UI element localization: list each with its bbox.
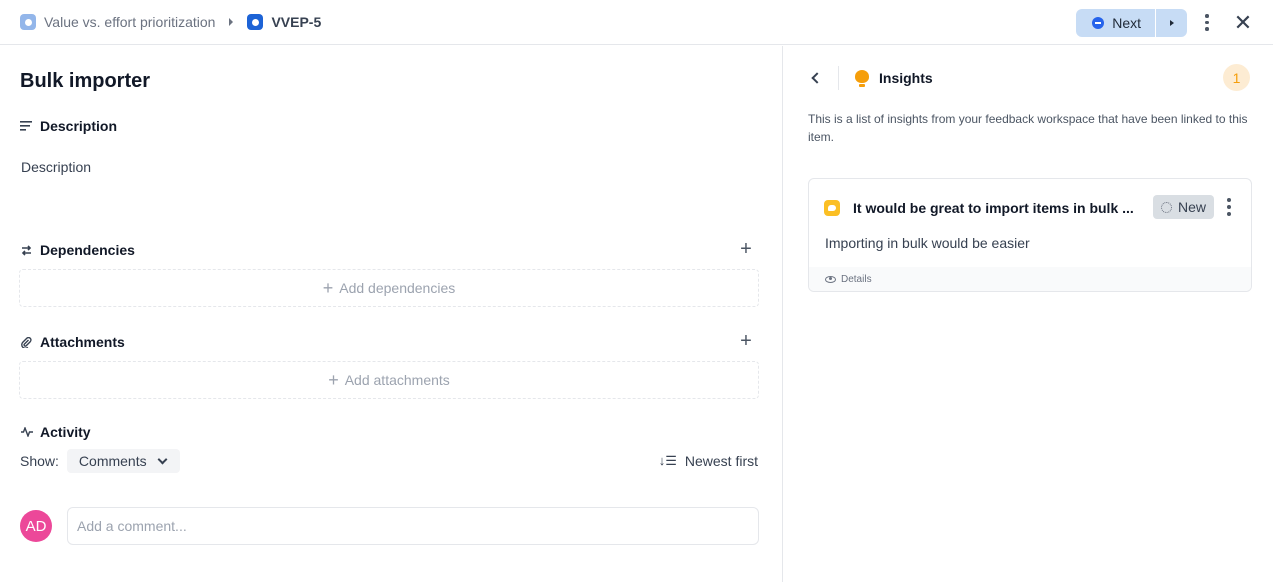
breadcrumb-parent-link[interactable]: Value vs. effort prioritization xyxy=(44,14,215,30)
sort-descending-icon: ↓☰ xyxy=(658,453,677,468)
breadcrumb-current[interactable]: VVEP-5 xyxy=(271,14,321,30)
status-new-icon xyxy=(1161,201,1172,213)
activity-heading: Activity xyxy=(20,424,91,440)
comment-input[interactable] xyxy=(67,507,759,545)
add-attachments-area[interactable]: + Add attachments xyxy=(19,361,759,399)
top-bar: Value vs. effort prioritization VVEP-5 N… xyxy=(0,0,1273,45)
paperclip-icon xyxy=(20,336,33,348)
insight-more-button[interactable] xyxy=(1221,195,1237,219)
close-button[interactable]: ✕ xyxy=(1229,9,1257,37)
item-title[interactable]: Bulk importer xyxy=(20,70,150,93)
item-detail-pane: Bulk importer Description Description De… xyxy=(0,46,782,582)
item-icon xyxy=(247,14,264,30)
caret-right-icon xyxy=(229,18,234,26)
insight-details-link[interactable]: Details xyxy=(809,267,1251,291)
attachments-heading: Attachments xyxy=(20,334,125,350)
add-dependency-button[interactable]: + xyxy=(737,239,755,259)
insights-description: This is a list of insights from your fee… xyxy=(808,112,1248,144)
insights-count-badge: 1 xyxy=(1223,64,1250,91)
plus-icon: + xyxy=(322,277,334,298)
dependencies-heading: Dependencies xyxy=(20,242,135,258)
sort-order-button[interactable]: ↓☰ Newest first xyxy=(659,453,758,469)
avatar: AD xyxy=(20,510,52,542)
breadcrumb: Value vs. effort prioritization VVEP-5 xyxy=(0,0,321,44)
kebab-icon xyxy=(1205,14,1209,18)
project-icon xyxy=(20,14,36,30)
chat-bubble-icon xyxy=(824,200,840,216)
dependencies-icon xyxy=(20,244,33,256)
back-button[interactable] xyxy=(809,70,823,86)
add-dependencies-area[interactable]: + Add dependencies xyxy=(19,269,759,307)
activity-icon xyxy=(20,427,33,437)
lightbulb-icon xyxy=(855,70,869,87)
insight-title[interactable]: It would be great to import items in bul… xyxy=(853,200,1143,216)
caret-right-icon xyxy=(1169,19,1174,26)
plus-icon: + xyxy=(328,369,339,390)
more-options-button[interactable] xyxy=(1193,9,1221,37)
add-attachment-button[interactable]: + xyxy=(737,331,755,351)
insights-panel: Insights 1 This is a list of insights fr… xyxy=(782,46,1273,582)
activity-filter-row: Show: Comments xyxy=(20,449,180,473)
close-icon: ✕ xyxy=(1233,9,1253,35)
activity-filter-select[interactable]: Comments xyxy=(66,449,180,473)
eye-icon xyxy=(825,275,836,283)
description-heading: Description xyxy=(20,118,117,134)
description-text[interactable]: Description xyxy=(21,159,91,175)
insight-card[interactable]: It would be great to import items in bul… xyxy=(808,178,1252,292)
status-badge[interactable]: New xyxy=(1153,195,1215,219)
divider xyxy=(838,66,839,90)
next-menu-button[interactable] xyxy=(1156,9,1187,37)
text-lines-icon xyxy=(20,121,33,131)
top-actions: Next ✕ xyxy=(1076,0,1273,45)
insight-body: Importing in bulk would be easier xyxy=(825,235,1030,251)
minus-circle-icon xyxy=(1092,16,1105,29)
next-button[interactable]: Next xyxy=(1076,8,1156,37)
chevron-down-icon xyxy=(157,454,168,464)
next-button-label: Next xyxy=(1112,14,1141,31)
show-label: Show: xyxy=(20,453,59,469)
next-button-group: Next xyxy=(1076,8,1187,37)
kebab-icon xyxy=(1227,198,1231,202)
insights-title: Insights xyxy=(879,70,933,86)
